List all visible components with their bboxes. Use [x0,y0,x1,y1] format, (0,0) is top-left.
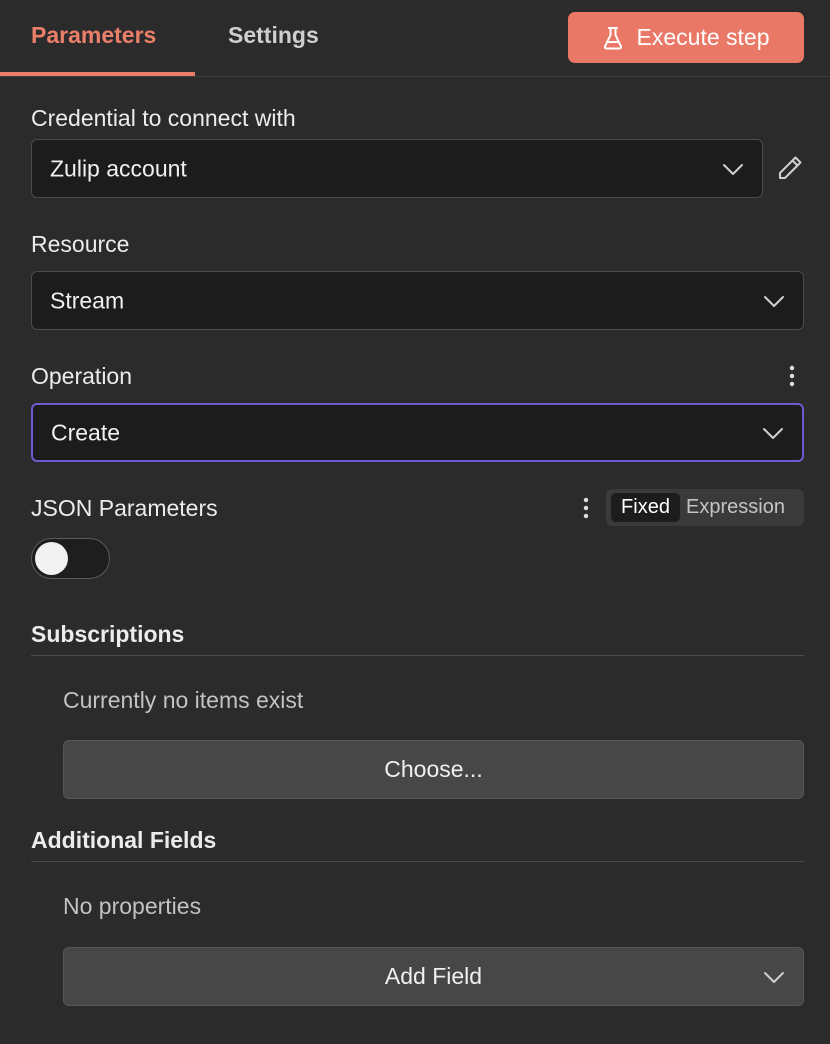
chevron-down-icon [763,427,783,439]
resource-select[interactable]: Stream [31,271,804,330]
switch-knob [35,542,68,575]
choose-button-label: Choose... [384,756,483,782]
tab-settings[interactable]: Settings [228,22,319,49]
more-options-icon[interactable] [581,496,591,520]
resource-value: Stream [50,287,125,313]
credential-select[interactable]: Zulip account [31,139,763,198]
mode-expression-button[interactable]: Expression [686,493,785,522]
operation-select[interactable]: Create [31,403,804,462]
choose-button[interactable]: Choose... [63,740,804,799]
active-tab-indicator [0,72,195,76]
edit-pencil-icon[interactable] [775,153,805,183]
tab-parameters[interactable]: Parameters [31,22,156,49]
additional-fields-divider [31,861,804,862]
panel-header: Parameters Settings Execute step [0,0,830,77]
execute-step-button[interactable]: Execute step [568,12,804,63]
add-field-button-label: Add Field [384,963,483,989]
add-field-button[interactable]: Add Field [63,947,804,1006]
chevron-down-icon [764,971,784,983]
mode-fixed-button[interactable]: Fixed [611,493,680,522]
subscriptions-empty-text: Currently no items exist [63,687,304,713]
additional-fields-title: Additional Fields [31,827,217,853]
credential-value: Zulip account [50,155,187,181]
resource-label: Resource [31,231,130,257]
subscriptions-divider [31,655,804,656]
operation-label: Operation [31,363,133,389]
flask-icon [603,26,623,50]
node-parameters-panel: Parameters Settings Execute step Credent… [0,0,830,1044]
credential-label: Credential to connect with [31,105,296,131]
more-options-icon[interactable] [787,364,797,388]
chevron-down-icon [764,295,784,307]
additional-fields-empty-text: No properties [63,893,202,919]
chevron-down-icon [723,163,743,175]
json-parameters-switch[interactable] [31,538,110,579]
fixed-expression-toggle: Fixed Expression [606,489,804,526]
json-parameters-label: JSON Parameters [31,495,218,521]
execute-step-label: Execute step [636,24,770,50]
operation-value: Create [51,419,121,445]
subscriptions-title: Subscriptions [31,621,185,647]
